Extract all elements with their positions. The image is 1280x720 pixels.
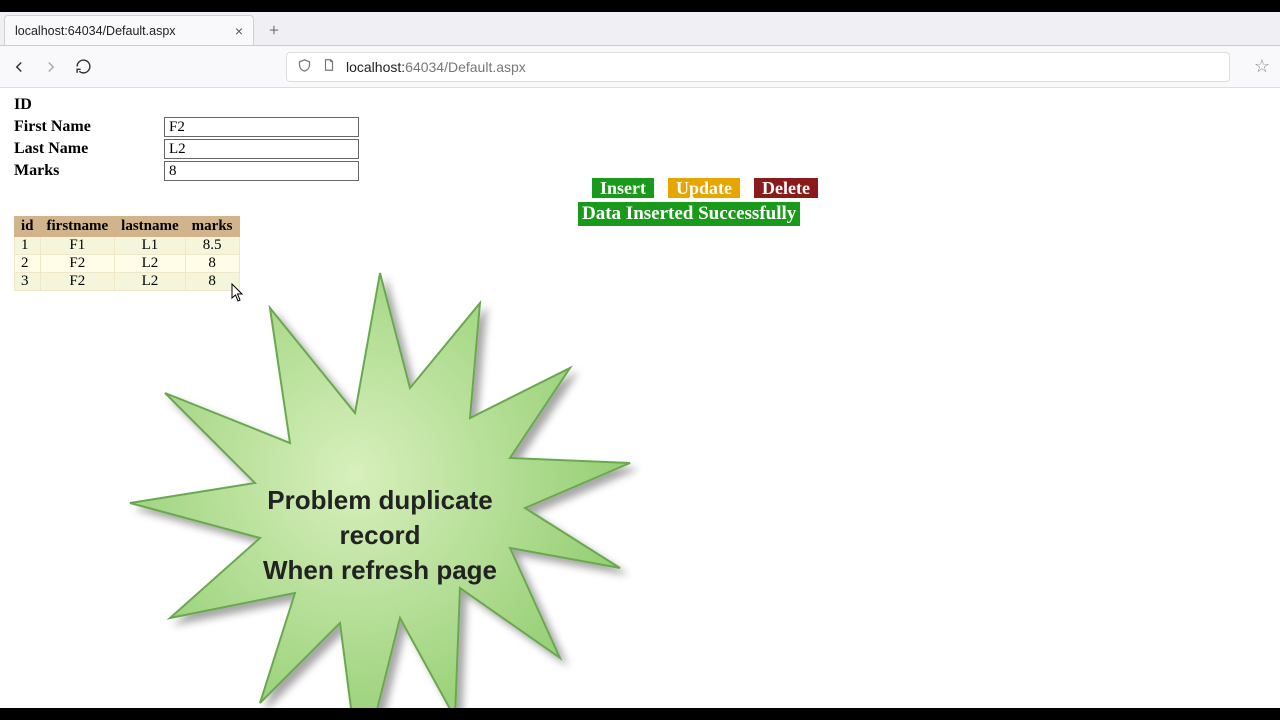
url-bar[interactable]: localhost:64034/Default.aspx (286, 52, 1230, 82)
label-id: ID (14, 96, 164, 114)
label-marks: Marks (14, 162, 164, 180)
table-row[interactable]: 3 F2 L2 8 (15, 273, 240, 291)
annotation-line3: When refresh page (263, 555, 497, 585)
new-tab-button[interactable]: + (260, 16, 288, 44)
reload-icon[interactable] (74, 58, 92, 76)
col-marks: marks (185, 217, 239, 237)
update-button[interactable]: Update (666, 176, 742, 200)
label-lastname: Last Name (14, 140, 164, 158)
col-id: id (15, 217, 41, 237)
col-firstname: firstname (40, 217, 115, 237)
annotation-line2: record (340, 520, 421, 550)
delete-button[interactable]: Delete (752, 176, 820, 200)
status-message: Data Inserted Successfully (578, 202, 800, 226)
table-row[interactable]: 1 F1 L1 8.5 (15, 237, 240, 255)
grid-header-row: id firstname lastname marks (15, 217, 240, 237)
firstname-field[interactable] (164, 117, 359, 137)
back-icon[interactable] (10, 58, 28, 76)
forward-icon[interactable] (42, 58, 60, 76)
annotation-callout: Problem duplicate record When refresh pa… (110, 248, 650, 708)
browser-tab[interactable]: localhost:64034/Default.aspx × (4, 15, 254, 45)
table-row[interactable]: 2 F2 L2 8 (15, 255, 240, 273)
insert-button[interactable]: Insert (590, 176, 656, 200)
annotation-line1: Problem duplicate (267, 485, 492, 515)
marks-field[interactable] (164, 161, 359, 181)
tab-title: localhost:64034/Default.aspx (15, 24, 176, 38)
page-icon (322, 58, 336, 75)
browser-toolbar: localhost:64034/Default.aspx ☆ (0, 46, 1280, 88)
browser-window: localhost:64034/Default.aspx × + localho… (0, 12, 1280, 708)
page-content: ID First Name Last Name Marks Insert Upd… (0, 88, 1280, 708)
button-row: Insert Update Delete (590, 176, 826, 200)
lastname-field[interactable] (164, 139, 359, 159)
data-grid: id firstname lastname marks 1 F1 L1 8.5 … (14, 216, 240, 291)
close-icon[interactable]: × (235, 23, 243, 39)
col-lastname: lastname (115, 217, 186, 237)
url-text: localhost:64034/Default.aspx (346, 59, 526, 75)
shield-icon (297, 58, 312, 76)
bookmark-icon[interactable]: ☆ (1254, 56, 1270, 77)
label-firstname: First Name (14, 118, 164, 136)
tab-bar: localhost:64034/Default.aspx × + (0, 12, 1280, 46)
